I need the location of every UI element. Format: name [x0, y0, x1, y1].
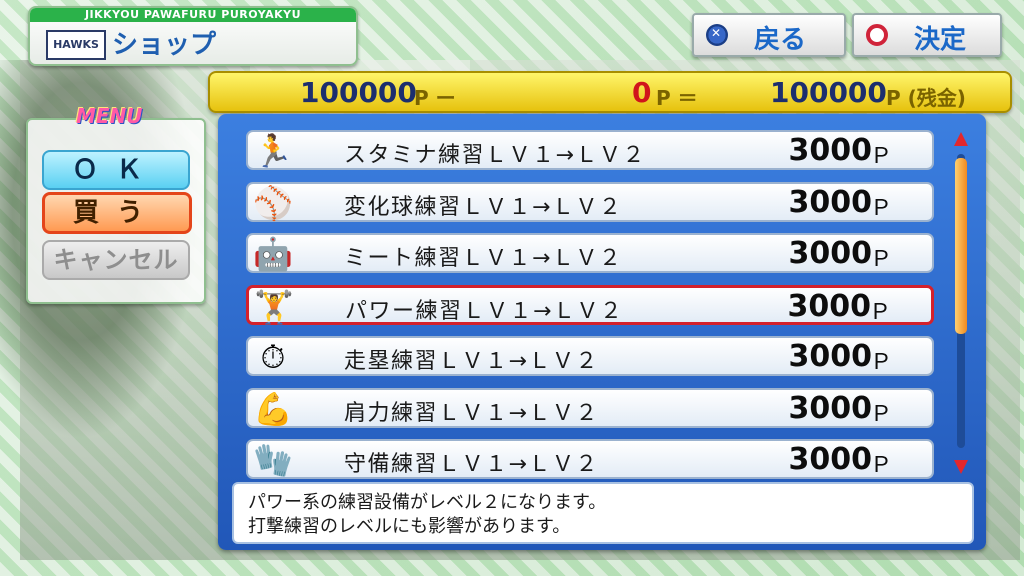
scroll-thumb[interactable] — [955, 158, 967, 334]
treadmill-icon: 🏃 — [253, 132, 293, 170]
item-name: 走塁練習ＬＶ１→ＬＶ２ — [344, 349, 599, 374]
shop-item-row[interactable]: 🏃 スタミナ練習ＬＶ１→ＬＶ２ 3000 Ｐ — [246, 130, 934, 170]
cost-value: 0 — [632, 76, 652, 109]
item-price-unit: Ｐ — [869, 350, 892, 375]
description-line-2: 打撃練習のレベルにも影響があります。 — [248, 516, 571, 537]
remaining-unit: P (残金) — [886, 86, 966, 110]
item-name: 肩力練習ＬＶ１→ＬＶ２ — [344, 400, 599, 426]
baseball-icon: ⚾ — [253, 183, 293, 222]
cancel-button[interactable]: キャンセル — [42, 240, 190, 280]
item-list: 🏃 スタミナ練習ＬＶ１→ＬＶ２ 3000 Ｐ ⚾ 変化球練習ＬＶ１→ＬＶ２ 3000 Ｐ 🤖 ミー… — [230, 120, 948, 480]
shop-item-row[interactable]: ⚾ 変化球練習ＬＶ１→ＬＶ２ 3000 Ｐ — [246, 181, 934, 222]
buy-button[interactable]: 買う — [42, 192, 192, 234]
balance-unit: P ー — [414, 86, 456, 110]
back-button[interactable]: 戻る — [692, 13, 846, 57]
weight-bench-icon: 🏋 — [254, 287, 294, 326]
item-price-unit: Ｐ — [869, 453, 892, 478]
item-price-unit: Ｐ — [869, 195, 892, 221]
remaining-value: 100000 — [770, 76, 887, 109]
item-name: 守備練習ＬＶ１→ＬＶ２ — [344, 452, 599, 477]
shop-item-row[interactable]: 🤖 ミート練習ＬＶ１→ＬＶ２ 3000 Ｐ — [246, 233, 934, 273]
item-name: パワー練習ＬＶ１→ＬＶ２ — [345, 298, 624, 324]
circle-button-icon — [866, 24, 888, 46]
scroll-up-arrow-icon[interactable] — [954, 132, 968, 146]
points-bar: 100000 P ー 0 P ＝ 100000 P (残金) — [208, 71, 1012, 113]
scroll-down-arrow-icon[interactable] — [954, 460, 968, 474]
item-price-unit: Ｐ — [869, 144, 892, 169]
item-name: スタミナ練習ＬＶ１→ＬＶ２ — [344, 143, 646, 168]
glove-icon: 🧤 — [253, 441, 293, 479]
item-price: 3000 — [788, 133, 873, 168]
speed-plate-icon: ⏱ — [260, 337, 286, 376]
item-price: 3000 — [788, 390, 873, 426]
brand-strip: JIKKYOU PAWAFURU PUROYAKYU — [30, 8, 356, 22]
item-price: 3000 — [788, 442, 873, 477]
shop-panel: 🏃 スタミナ練習ＬＶ１→ＬＶ２ 3000 Ｐ ⚾ 変化球練習ＬＶ１→ＬＶ２ 3000 Ｐ 🤖 ミー… — [218, 114, 986, 550]
team-logo: HAWKS — [46, 30, 106, 60]
confirm-button-label: 決定 — [914, 25, 967, 55]
item-price: 3000 — [787, 288, 872, 324]
header-panel: JIKKYOU PAWAFURU PUROYAKYU HAWKS ショップ — [28, 6, 358, 66]
description-line-1: パワー系の練習設備がレベル２になります。 — [248, 492, 607, 513]
page-title: ショップ — [112, 30, 217, 60]
scrollbar[interactable] — [952, 128, 970, 474]
cross-button-icon — [706, 24, 728, 46]
description-box: パワー系の練習設備がレベル２になります。 打撃練習のレベルにも影響があります。 — [232, 482, 974, 544]
item-name: ミート練習ＬＶ１→ＬＶ２ — [344, 246, 623, 271]
ok-button[interactable]: ＯＫ — [42, 150, 190, 190]
shop-item-row[interactable]: ⏱ 走塁練習ＬＶ１→ＬＶ２ 3000 Ｐ — [246, 336, 934, 376]
item-price: 3000 — [788, 339, 873, 374]
item-price-unit: Ｐ — [869, 401, 892, 427]
shop-item-row[interactable]: 🧤 守備練習ＬＶ１→ＬＶ２ 3000 Ｐ — [246, 439, 934, 479]
item-price: 3000 — [788, 184, 873, 220]
arm-machine-icon: 💪 — [253, 389, 293, 428]
pitching-machine-icon: 🤖 — [253, 235, 293, 273]
balance-value: 100000 — [300, 76, 417, 109]
shop-item-row[interactable]: 💪 肩力練習ＬＶ１→ＬＶ２ 3000 Ｐ — [246, 387, 934, 428]
item-price-unit: Ｐ — [868, 299, 891, 325]
confirm-button[interactable]: 決定 — [852, 13, 1002, 57]
item-price-unit: Ｐ — [869, 247, 892, 272]
back-button-label: 戻る — [754, 25, 807, 55]
item-name: 変化球練習ＬＶ１→ＬＶ２ — [344, 194, 623, 220]
shop-item-row[interactable]: 🏋 パワー練習ＬＶ１→ＬＶ２ 3000 Ｐ — [246, 284, 934, 326]
menu-title: MENU — [76, 104, 143, 128]
item-price: 3000 — [788, 236, 873, 271]
menu-panel: ＯＫ 買う キャンセル — [26, 118, 206, 304]
cost-unit: P ＝ — [656, 86, 698, 110]
